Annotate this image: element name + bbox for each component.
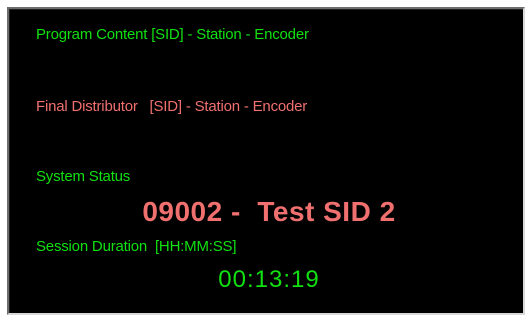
program-content-label: Program Content [SID] - Station - Encode… [36, 26, 309, 43]
status-panel: Program Content [SID] - Station - Encode… [7, 7, 525, 315]
system-status-value: 09002 - Test SID 2 [142, 196, 396, 227]
session-duration-label: Session Duration [HH:MM:SS] [36, 238, 237, 255]
system-status-label: System Status [36, 168, 131, 185]
session-duration-value: 00:13:19 [218, 266, 320, 293]
final-distributor-label: Final Distributor [SID] - Station - Enco… [36, 98, 308, 115]
status-panel-body: Program Content [SID] - Station - Encode… [9, 9, 523, 313]
